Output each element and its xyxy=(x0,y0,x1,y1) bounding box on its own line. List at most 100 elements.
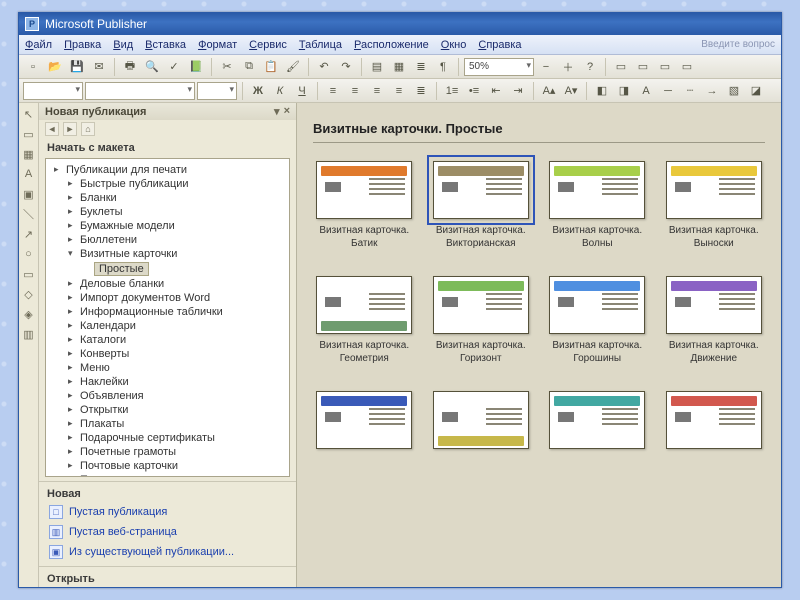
template-card[interactable] xyxy=(313,391,416,455)
template-card[interactable]: Визитная карточка. Горизонт xyxy=(430,276,533,365)
format-painter-icon[interactable]: 🖌 xyxy=(283,57,303,77)
tree-item[interactable]: ▸Приветственные открытки xyxy=(48,473,287,477)
design-gallery-tool-icon[interactable]: ▥ xyxy=(22,327,36,341)
menu-формат[interactable]: Формат xyxy=(198,39,237,51)
taskpane-close-icon[interactable]: × xyxy=(284,105,290,118)
paste-icon[interactable]: 📋 xyxy=(261,57,281,77)
tree-item[interactable]: ▸Меню xyxy=(48,361,287,375)
tree-item[interactable]: ▸Наклейки xyxy=(48,375,287,389)
menu-справка[interactable]: Справка xyxy=(478,39,521,51)
redo-icon[interactable]: ↷ xyxy=(336,57,356,77)
grow-font-icon[interactable]: A▴ xyxy=(539,81,559,101)
save-icon[interactable]: 💾 xyxy=(67,57,87,77)
menu-вид[interactable]: Вид xyxy=(113,39,133,51)
preview-icon[interactable]: 🔍 xyxy=(142,57,162,77)
bring-front-icon[interactable]: ▤ xyxy=(367,57,387,77)
print-icon[interactable]: 🖶 xyxy=(120,57,140,77)
menu-таблица[interactable]: Таблица xyxy=(299,39,342,51)
shadow-icon[interactable]: ▧ xyxy=(724,81,744,101)
font-color-icon[interactable]: A xyxy=(636,81,656,101)
dash-style-icon[interactable]: ┄ xyxy=(680,81,700,101)
tree-item[interactable]: ▸Импорт документов Word xyxy=(48,291,287,305)
size-combo[interactable] xyxy=(197,82,237,100)
fill-color-icon[interactable]: ◧ xyxy=(592,81,612,101)
shapes-tool-icon[interactable]: ◇ xyxy=(22,287,36,301)
mail-icon[interactable]: ✉ xyxy=(89,57,109,77)
tree-item[interactable]: ▸Быстрые публикации xyxy=(48,177,287,191)
tree-item[interactable]: ▸Конверты xyxy=(48,347,287,361)
line-color-icon[interactable]: ◨ xyxy=(614,81,634,101)
tree-item[interactable]: ▸Бюллетени xyxy=(48,233,287,247)
template-card[interactable] xyxy=(546,391,649,455)
cut-icon[interactable]: ✂ xyxy=(217,57,237,77)
font-combo[interactable] xyxy=(85,82,195,100)
indent-icon[interactable]: ⇥ xyxy=(508,81,528,101)
3d-icon[interactable]: ◪ xyxy=(746,81,766,101)
align-left-icon[interactable]: ≡ xyxy=(323,81,343,101)
menu-вставка[interactable]: Вставка xyxy=(145,39,186,51)
tree-item[interactable]: ▸Плакаты xyxy=(48,417,287,431)
nav-back-icon[interactable]: ◄ xyxy=(45,122,59,136)
outdent-icon[interactable]: ⇤ xyxy=(486,81,506,101)
taskpane-link[interactable]: □Пустая публикация xyxy=(39,502,296,522)
tree-item[interactable]: Простые xyxy=(48,261,287,277)
zoom-in-icon[interactable]: ＋ xyxy=(558,57,578,77)
taskpane-link[interactable]: ▥Пустая веб-страница xyxy=(39,522,296,542)
template-card[interactable]: Визитная карточка. Горошины xyxy=(546,276,649,365)
shrink-font-icon[interactable]: A▾ xyxy=(561,81,581,101)
paragraph-icon[interactable]: ¶ xyxy=(433,57,453,77)
arrow-style-icon[interactable]: → xyxy=(702,81,722,101)
tree-item[interactable]: ▸Объявления xyxy=(48,389,287,403)
oval-tool-icon[interactable]: ○ xyxy=(22,247,36,261)
line-tool-icon[interactable]: ＼ xyxy=(22,207,36,221)
tree-item[interactable]: ▸Буклеты xyxy=(48,205,287,219)
send-back-icon[interactable]: ▦ xyxy=(389,57,409,77)
template-card[interactable]: Визитная карточка. Батик xyxy=(313,161,416,250)
template-card[interactable]: Визитная карточка. Выноски xyxy=(663,161,766,250)
align-right-icon[interactable]: ≡ xyxy=(367,81,387,101)
spell-icon[interactable]: ✓ xyxy=(164,57,184,77)
bullets-icon[interactable]: •≡ xyxy=(464,81,484,101)
arrow-tool-icon[interactable]: ↗ xyxy=(22,227,36,241)
taskpane-dropdown-icon[interactable]: ▾ xyxy=(274,105,280,118)
tree-item[interactable]: ▸Бланки xyxy=(48,191,287,205)
template-card[interactable] xyxy=(430,391,533,455)
tree-item[interactable]: ▸Почетные грамоты xyxy=(48,445,287,459)
zoom-combo[interactable]: 50% xyxy=(464,58,534,76)
open-icon[interactable]: 📂 xyxy=(45,57,65,77)
italic-icon[interactable]: К xyxy=(270,81,290,101)
menu-окно[interactable]: Окно xyxy=(441,39,467,51)
menu-правка[interactable]: Правка xyxy=(64,39,101,51)
webtools-2-icon[interactable]: ▭ xyxy=(633,57,653,77)
menu-файл[interactable]: Файл xyxy=(25,39,52,51)
help-icon[interactable]: ? xyxy=(580,57,600,77)
distribute-icon[interactable]: ≣ xyxy=(411,81,431,101)
bold-icon[interactable]: Ж xyxy=(248,81,268,101)
tree-item[interactable]: ▸Открытки xyxy=(48,403,287,417)
tree-item[interactable]: ▸Деловые бланки xyxy=(48,277,287,291)
menu-расположение[interactable]: Расположение xyxy=(354,39,429,51)
bookmark-tool-icon[interactable]: ◈ xyxy=(22,307,36,321)
tree-item[interactable]: ▸Бумажные модели xyxy=(48,219,287,233)
columns-icon[interactable]: ≣ xyxy=(411,57,431,77)
tree-item[interactable]: ▸Публикации для печати xyxy=(48,163,287,177)
tree-item[interactable]: ▸Каталоги xyxy=(48,333,287,347)
line-style-icon[interactable]: ─ xyxy=(658,81,678,101)
rect-tool-icon[interactable]: ▭ xyxy=(22,267,36,281)
table-tool-icon[interactable]: ▦ xyxy=(22,147,36,161)
template-tree[interactable]: ▸Публикации для печати▸Быстрые публикаци… xyxy=(45,158,290,477)
template-card[interactable] xyxy=(663,391,766,455)
tree-item[interactable]: ▸Календари xyxy=(48,319,287,333)
align-justify-icon[interactable]: ≡ xyxy=(389,81,409,101)
menu-сервис[interactable]: Сервис xyxy=(249,39,287,51)
nav-fwd-icon[interactable]: ► xyxy=(63,122,77,136)
tree-item[interactable]: ▸Подарочные сертификаты xyxy=(48,431,287,445)
webtools-1-icon[interactable]: ▭ xyxy=(611,57,631,77)
help-hint[interactable]: Введите вопрос xyxy=(701,39,775,50)
nav-home-icon[interactable]: ⌂ xyxy=(81,122,95,136)
pointer-tool-icon[interactable]: ↖ xyxy=(22,107,36,121)
tree-item[interactable]: ▾Визитные карточки xyxy=(48,247,287,261)
numbering-icon[interactable]: 1≡ xyxy=(442,81,462,101)
webtools-4-icon[interactable]: ▭ xyxy=(677,57,697,77)
template-card[interactable]: Визитная карточка. Движение xyxy=(663,276,766,365)
